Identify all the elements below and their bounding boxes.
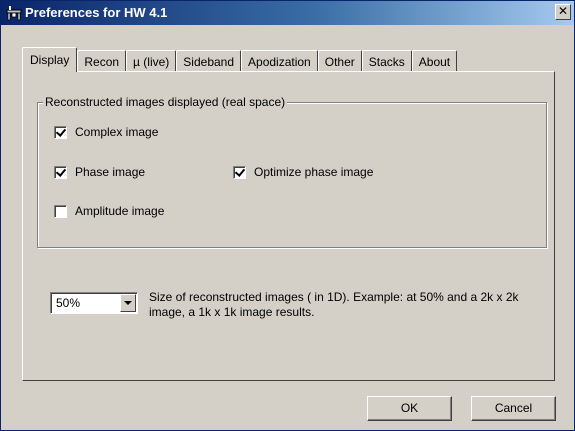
group-title: Reconstructed images displayed (real spa…: [43, 95, 288, 109]
close-button[interactable]: ✕: [555, 4, 571, 20]
image-size-description: Size of reconstructed images ( in 1D). E…: [149, 290, 519, 319]
tab-sideband[interactable]: Sideband: [176, 50, 242, 72]
phase-image-label: Phase image: [75, 165, 146, 179]
close-icon: ✕: [557, 4, 569, 18]
image-size-select[interactable]: 50%: [50, 292, 138, 314]
amplitude-image-checkbox[interactable]: [54, 204, 67, 218]
complex-image-checkbox[interactable]: [54, 125, 67, 139]
optimize-phase-image-checkbox[interactable]: [233, 165, 246, 179]
optimize-phase-image-option[interactable]: Optimize phase image: [233, 165, 373, 179]
image-size-value: 50%: [56, 296, 81, 310]
complex-image-label: Complex image: [75, 125, 159, 139]
window-title: Preferences for HW 4.1: [25, 5, 168, 20]
preferences-dialog: Preferences for HW 4.1 ✕ Display Recon µ…: [0, 0, 575, 431]
amplitude-image-label: Amplitude image: [75, 204, 165, 218]
tab-stacks[interactable]: Stacks: [361, 50, 412, 72]
dropdown-button[interactable]: [120, 294, 136, 312]
ok-button[interactable]: OK: [367, 396, 452, 421]
tab-display[interactable]: Display: [22, 47, 78, 72]
tab-strip: Display Recon µ (live) Sideband Apodizat…: [22, 47, 458, 72]
cancel-button[interactable]: Cancel: [471, 396, 556, 421]
tab-recon[interactable]: Recon: [77, 50, 127, 72]
complex-image-option[interactable]: Complex image: [54, 125, 158, 139]
amplitude-image-option[interactable]: Amplitude image: [54, 204, 164, 218]
app-icon: [6, 5, 22, 21]
title-bar[interactable]: Preferences for HW 4.1 ✕: [1, 1, 574, 25]
phase-image-option[interactable]: Phase image: [54, 165, 145, 179]
display-tab-panel: Reconstructed images displayed (real spa…: [22, 71, 555, 381]
tab-apodization[interactable]: Apodization: [241, 50, 318, 72]
tab-mu-live[interactable]: µ (live): [126, 50, 177, 72]
tab-about[interactable]: About: [411, 50, 458, 72]
tab-other[interactable]: Other: [317, 50, 362, 72]
phase-image-checkbox[interactable]: [54, 165, 67, 179]
reconstructed-images-group: Reconstructed images displayed (real spa…: [37, 95, 547, 248]
chevron-down-icon: [124, 301, 132, 305]
optimize-phase-image-label: Optimize phase image: [254, 165, 374, 179]
